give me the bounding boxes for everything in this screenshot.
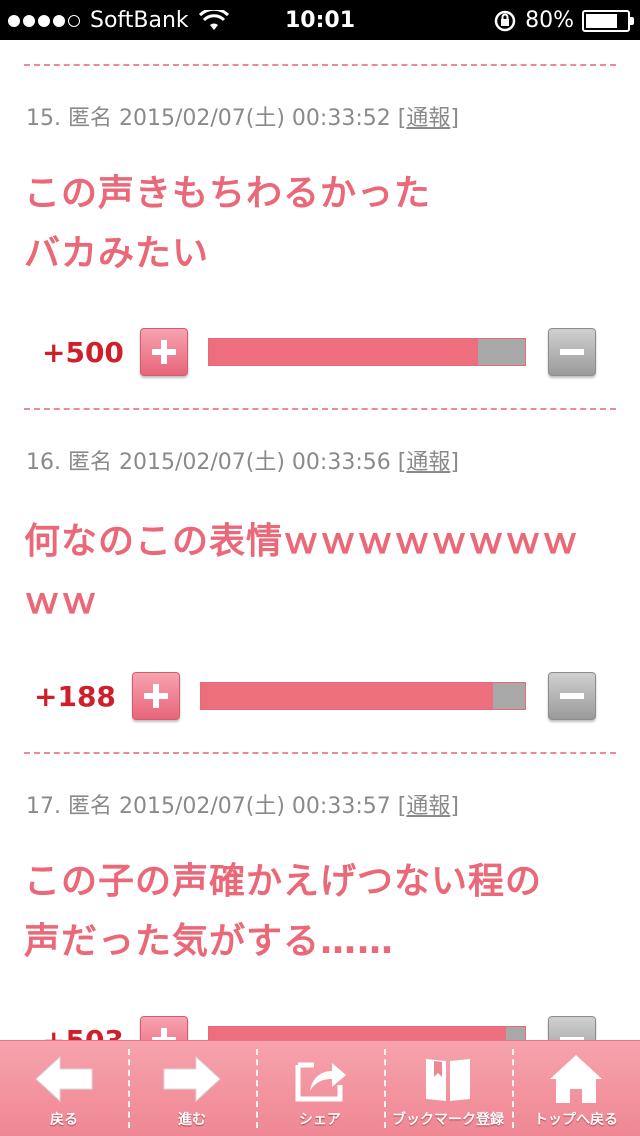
bookmark-button[interactable]: ブックマーク登録 bbox=[384, 1041, 512, 1136]
minus-vote-button[interactable] bbox=[548, 328, 596, 376]
vote-score: +500 bbox=[42, 336, 124, 369]
report-link[interactable]: 通報 bbox=[406, 106, 450, 131]
vote-ratio-bar bbox=[208, 338, 526, 366]
arrow-left-icon bbox=[35, 1055, 93, 1103]
arrow-right-icon bbox=[163, 1055, 221, 1103]
share-icon bbox=[295, 1062, 346, 1102]
plus-vote-button[interactable] bbox=[140, 328, 188, 376]
divider bbox=[24, 408, 616, 410]
bottom-toolbar: 戻る 進む シェア ブックマーク登録 トップへ戻る bbox=[0, 1040, 640, 1136]
report-link[interactable]: 通報 bbox=[406, 794, 450, 819]
plus-icon bbox=[144, 684, 168, 708]
vote-row: +500 bbox=[0, 328, 640, 388]
divider bbox=[24, 64, 616, 66]
book-icon bbox=[426, 1059, 470, 1101]
status-bar: SoftBank 10:01 80% bbox=[0, 0, 640, 40]
rotation-lock-icon bbox=[494, 10, 516, 31]
comment-body: この声きもちわるかった バカみたい bbox=[24, 173, 432, 274]
battery-percent: 80% bbox=[525, 8, 574, 33]
report-link[interactable]: 通報 bbox=[406, 450, 450, 475]
plus-icon bbox=[152, 340, 176, 364]
share-button[interactable]: シェア bbox=[256, 1041, 384, 1136]
minus-icon bbox=[560, 349, 584, 355]
plus-vote-button[interactable] bbox=[132, 672, 180, 720]
comment-meta: 17. 匿名 2015/02/07(土) 00:33:57 [通報] bbox=[26, 794, 459, 819]
vote-ratio-bar bbox=[200, 682, 526, 710]
comment-body: この子の声確かえげつない程の 声だった気がする…… bbox=[24, 861, 543, 962]
comment-meta: 16. 匿名 2015/02/07(土) 00:33:56 [通報] bbox=[26, 450, 459, 475]
forward-button[interactable]: 進む bbox=[128, 1041, 256, 1136]
home-icon bbox=[550, 1055, 602, 1103]
battery-icon bbox=[582, 9, 634, 32]
minus-vote-button[interactable] bbox=[548, 672, 596, 720]
vote-score: +188 bbox=[34, 680, 116, 713]
minus-icon bbox=[560, 693, 584, 699]
divider bbox=[24, 752, 616, 754]
back-button[interactable]: 戻る bbox=[0, 1041, 128, 1136]
vote-row: +188 bbox=[0, 672, 640, 732]
comment-meta: 15. 匿名 2015/02/07(土) 00:33:52 [通報] bbox=[26, 106, 459, 131]
top-button[interactable]: トップへ戻る bbox=[512, 1041, 640, 1136]
comment-body: 何なのこの表情ｗｗｗｗｗｗｗｗ ｗｗ bbox=[24, 521, 580, 622]
